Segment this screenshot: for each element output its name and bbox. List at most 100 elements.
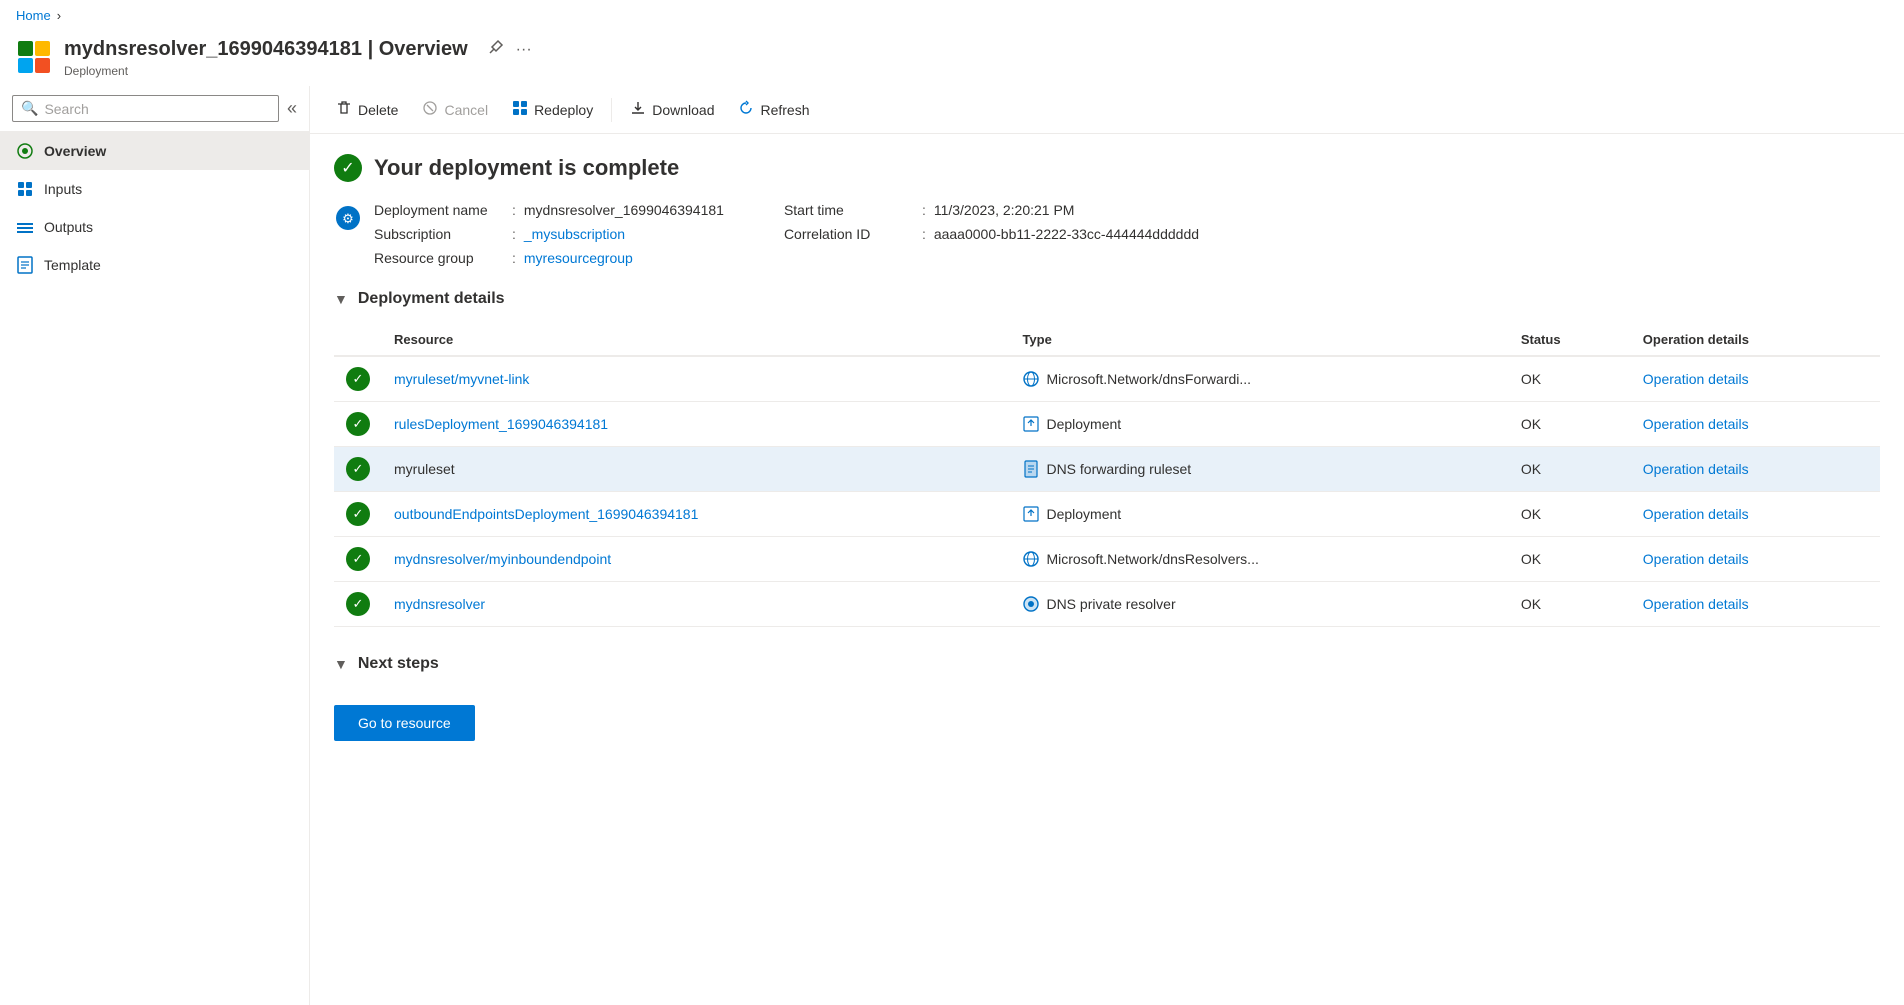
next-steps-header[interactable]: ▼ Next steps [334, 655, 1880, 673]
next-steps-section: ▼ Next steps Go to resource [334, 655, 1880, 741]
row-operation-details[interactable]: Operation details [1631, 537, 1880, 582]
row-operation-details[interactable]: Operation details [1631, 402, 1880, 447]
pin-button[interactable] [484, 35, 508, 64]
start-time-row: Start time : 11/3/2023, 2:20:21 PM [784, 202, 1199, 218]
row-resource: myruleset [382, 447, 1010, 492]
operation-details-link[interactable]: Operation details [1643, 371, 1749, 387]
resource-group-link[interactable]: myresourcegroup [524, 250, 633, 266]
row-status: OK [1509, 356, 1631, 402]
table-row: ✓rulesDeployment_1699046394181Deployment… [334, 402, 1880, 447]
deployment-name-row: Deployment name : mydnsresolver_16990463… [374, 202, 724, 218]
row-resource[interactable]: mydnsresolver [382, 582, 1010, 627]
header-text: mydnsresolver_1699046394181 | Overview ·… [64, 35, 536, 78]
breadcrumb: Home › [0, 0, 1904, 31]
svg-text:⚙: ⚙ [342, 211, 354, 226]
operation-details-link[interactable]: Operation details [1643, 551, 1749, 567]
row-status-check: ✓ [334, 447, 382, 492]
template-icon [16, 256, 34, 274]
row-resource[interactable]: mydnsresolver/myinboundendpoint [382, 537, 1010, 582]
row-status-check: ✓ [334, 582, 382, 627]
redeploy-icon [512, 100, 528, 119]
status-col-header [334, 324, 382, 356]
refresh-label: Refresh [760, 102, 809, 118]
row-status-check: ✓ [334, 402, 382, 447]
row-operation-details[interactable]: Operation details [1631, 582, 1880, 627]
table-header-row: Resource Type Status Operation details [334, 324, 1880, 356]
page-title: mydnsresolver_1699046394181 | Overview ·… [64, 35, 536, 64]
collapse-sidebar-button[interactable]: « [283, 94, 301, 123]
details-chevron-icon: ▼ [334, 291, 348, 307]
row-resource[interactable]: myruleset/myvnet-link [382, 356, 1010, 402]
deployment-details-title: Deployment details [358, 290, 505, 308]
outputs-icon [16, 218, 34, 236]
deployment-details-table: Resource Type Status Operation details ✓… [334, 324, 1880, 627]
download-button[interactable]: Download [620, 94, 724, 125]
resource-link[interactable]: myruleset/myvnet-link [394, 371, 529, 387]
deployment-info-left: ⚙ Deployment name : mydnsresolver_169904… [374, 202, 724, 266]
row-type: Microsoft.Network/dnsForwardi... [1010, 356, 1508, 402]
success-icon: ✓ [334, 154, 362, 182]
row-status: OK [1509, 447, 1631, 492]
sidebar-item-outputs-label: Outputs [44, 219, 93, 235]
refresh-icon [738, 100, 754, 119]
sidebar-item-inputs[interactable]: Inputs [0, 170, 309, 208]
row-operation-details[interactable]: Operation details [1631, 356, 1880, 402]
table-row: ✓ mydnsresolver/myinboundendpoint Microsof… [334, 537, 1880, 582]
sidebar-item-template-label: Template [44, 257, 101, 273]
row-status: OK [1509, 402, 1631, 447]
resource-link[interactable]: outboundEndpointsDeployment_169904639418… [394, 506, 698, 522]
redeploy-label: Redeploy [534, 102, 593, 118]
operation-details-link[interactable]: Operation details [1643, 596, 1749, 612]
op-details-col-header: Operation details [1631, 324, 1880, 356]
breadcrumb-home[interactable]: Home [16, 8, 51, 23]
more-button[interactable]: ··· [512, 37, 536, 63]
next-steps-chevron-icon: ▼ [334, 656, 348, 672]
resource-link[interactable]: mydnsresolver/myinboundendpoint [394, 551, 611, 567]
row-status: OK [1509, 492, 1631, 537]
cancel-button[interactable]: Cancel [412, 94, 498, 125]
row-operation-details[interactable]: Operation details [1631, 492, 1880, 537]
resource-link[interactable]: rulesDeployment_1699046394181 [394, 416, 608, 432]
table-row: ✓myruleset/myvnet-linkMicrosoft.Network/… [334, 356, 1880, 402]
resource-col-header: Resource [382, 324, 1010, 356]
delete-button[interactable]: Delete [326, 94, 408, 125]
sidebar-item-template[interactable]: Template [0, 246, 309, 284]
row-resource[interactable]: rulesDeployment_1699046394181 [382, 402, 1010, 447]
row-resource[interactable]: outboundEndpointsDeployment_169904639418… [382, 492, 1010, 537]
subscription-row: Subscription : _mysubscription [374, 226, 724, 242]
row-status: OK [1509, 537, 1631, 582]
main-content: Delete Cancel Redeploy [310, 86, 1904, 1005]
deployment-details-header[interactable]: ▼ Deployment details [334, 290, 1880, 308]
breadcrumb-separator: › [57, 8, 61, 23]
sidebar-nav: Overview Inputs Outputs [0, 132, 309, 284]
operation-details-link[interactable]: Operation details [1643, 416, 1749, 432]
sidebar-item-overview[interactable]: Overview [0, 132, 309, 170]
operation-details-link[interactable]: Operation details [1643, 461, 1749, 477]
resource-link[interactable]: mydnsresolver [394, 596, 485, 612]
row-type: Microsoft.Network/dnsResolvers... [1010, 537, 1508, 582]
redeploy-button[interactable]: Redeploy [502, 94, 603, 125]
search-input[interactable] [44, 101, 270, 117]
success-banner: ✓ Your deployment is complete [334, 154, 1880, 182]
deployment-info: ⚙ Deployment name : mydnsresolver_169904… [334, 202, 1880, 266]
refresh-button[interactable]: Refresh [728, 94, 819, 125]
row-type: DNS private resolver [1010, 582, 1508, 627]
row-status: OK [1509, 582, 1631, 627]
row-operation-details[interactable]: Operation details [1631, 447, 1880, 492]
toolbar-separator [611, 98, 612, 122]
table-row: ✓myrulesetDNS forwarding rulesetOKOperat… [334, 447, 1880, 492]
delete-label: Delete [358, 102, 398, 118]
azure-deployment-icon [16, 39, 52, 75]
sidebar-item-outputs[interactable]: Outputs [0, 208, 309, 246]
header-subtitle: Deployment [64, 64, 536, 78]
row-status-check: ✓ [334, 537, 382, 582]
cancel-icon [422, 100, 438, 119]
search-icon: 🔍 [21, 100, 38, 117]
inputs-icon [16, 180, 34, 198]
operation-details-link[interactable]: Operation details [1643, 506, 1749, 522]
next-steps-title: Next steps [358, 655, 439, 673]
delete-icon [336, 100, 352, 119]
status-col-header: Status [1509, 324, 1631, 356]
go-to-resource-button[interactable]: Go to resource [334, 705, 475, 741]
subscription-link[interactable]: _mysubscription [524, 226, 625, 242]
